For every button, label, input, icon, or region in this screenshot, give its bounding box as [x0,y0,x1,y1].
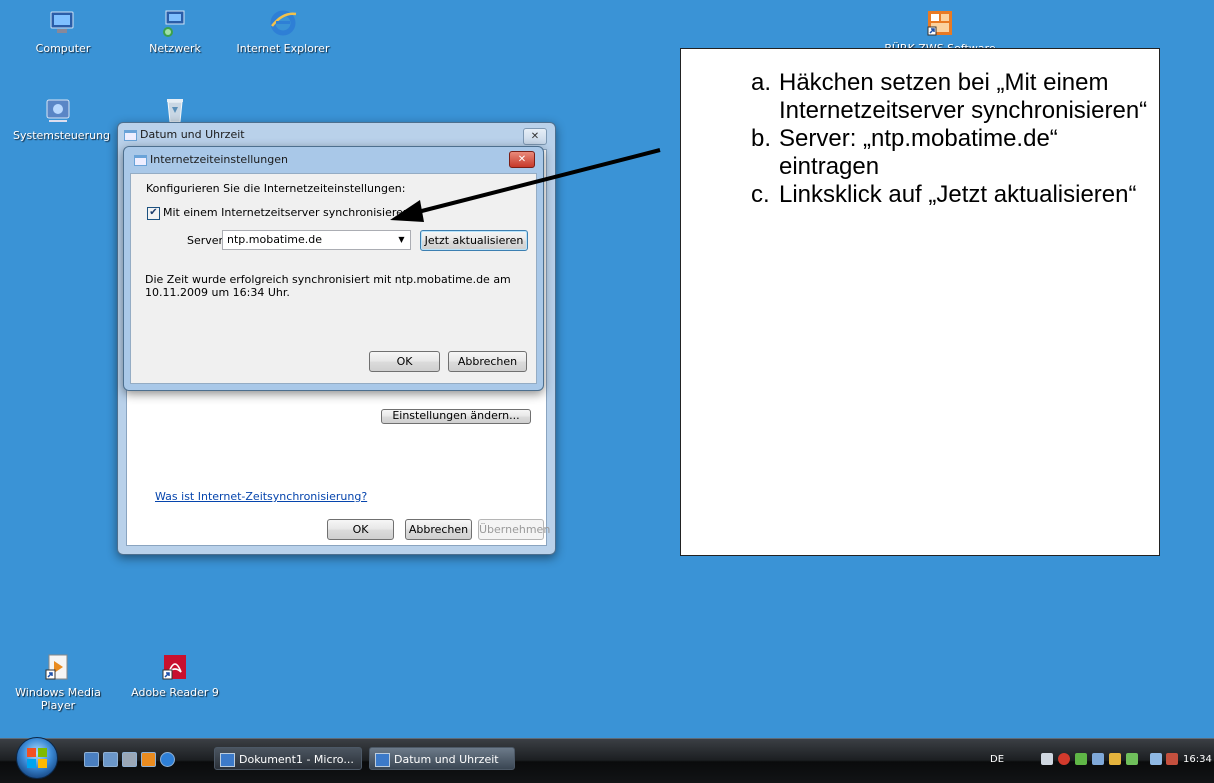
clock[interactable]: 16:34 [1183,754,1212,765]
instruction-list: a. Häkchen setzen bei „Mit einem Interne… [681,49,1159,209]
network-tray-icon[interactable] [1092,753,1104,765]
usb-tray-icon[interactable] [1126,753,1138,765]
language-indicator[interactable]: DE [990,754,1004,765]
connection-tray-icon[interactable] [1150,753,1162,765]
instruction-marker: c. [751,181,770,208]
show-desktop-icon[interactable] [84,752,99,767]
media-player-icon[interactable] [141,752,156,767]
instruction-marker: b. [751,125,772,152]
start-button[interactable] [16,737,58,779]
taskbar-button-date-time[interactable]: Datum und Uhrzeit [369,747,515,770]
instruction-item: a. Häkchen setzen bei „Mit einem Interne… [751,69,1159,125]
instruction-marker: a. [751,69,772,96]
security-tray-icon[interactable] [1109,753,1121,765]
update-tray-icon[interactable] [1075,753,1087,765]
calculator-icon[interactable] [122,752,137,767]
taskbar-button-word[interactable]: Dokument1 - Micro... [214,747,362,770]
word-icon [220,753,235,767]
instruction-box: a. Häkchen setzen bei „Mit einem Interne… [680,48,1160,556]
instruction-item: b. Server: „ntp.mobatime.de“ eintragen [751,125,1159,181]
clock-calendar-icon [375,753,390,767]
taskbar: Dokument1 - Micro... Datum und Uhrzeit D… [0,737,1214,783]
taskbar-button-label: Datum und Uhrzeit [394,753,499,766]
taskbar-button-label: Dokument1 - Micro... [239,753,354,766]
speaker-tray-icon[interactable] [1166,753,1178,765]
internet-explorer-icon[interactable] [160,752,175,767]
instruction-item: c. Linksklick auf „Jetzt aktualisieren“ [751,181,1159,209]
instruction-text: Linksklick auf „Jetzt aktualisieren“ [779,181,1137,208]
instruction-text: Häkchen setzen bei „Mit einem Internetze… [779,69,1148,124]
error-tray-icon[interactable] [1058,753,1070,765]
windows-logo-icon [27,748,47,768]
volume-tray-icon[interactable] [1041,753,1053,765]
instruction-text: Server: „ntp.mobatime.de“ eintragen [779,125,1058,180]
switch-windows-icon[interactable] [103,752,118,767]
